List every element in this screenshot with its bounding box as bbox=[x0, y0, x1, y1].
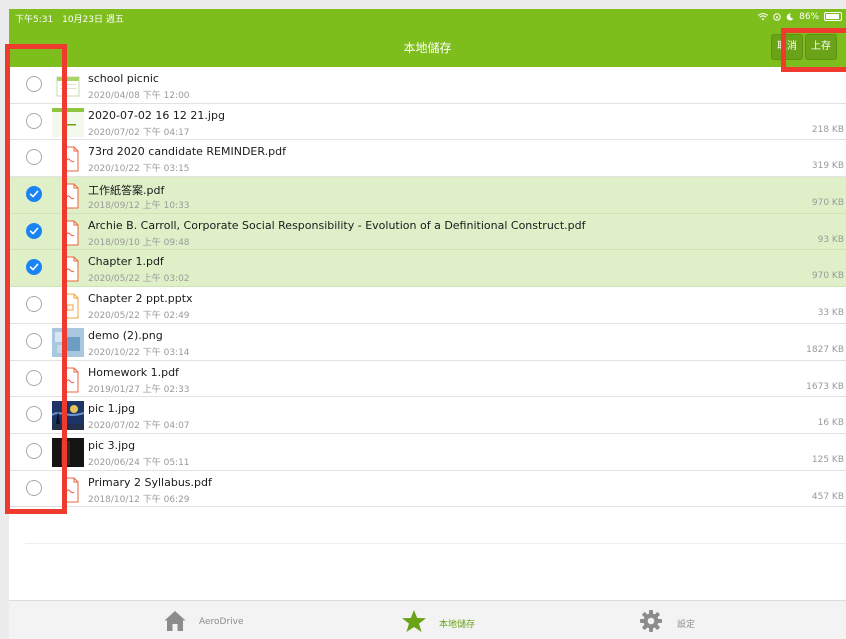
status-date: 10月23日 週五 bbox=[62, 15, 124, 25]
app-screen: 下午5:31 10月23日 週五 86% 本地儲存 取消 上存 school p… bbox=[9, 9, 846, 639]
file-name: Archie B. Carroll, Corporate Social Resp… bbox=[88, 218, 586, 232]
checkbox-unchecked[interactable] bbox=[26, 112, 42, 129]
file-name: pic 1.jpg bbox=[88, 402, 136, 416]
pdf-file-icon bbox=[52, 181, 84, 210]
file-date: 2020/10/22 下午 03:14 bbox=[88, 347, 190, 358]
file-size: 93 KB bbox=[817, 234, 844, 245]
upload-button[interactable]: 上存 bbox=[805, 34, 837, 60]
tab-label: AeroDrive bbox=[199, 617, 244, 627]
checkbox-unchecked[interactable] bbox=[26, 479, 42, 496]
file-row[interactable]: 73rd 2020 candidate REMINDER.pdf 2020/10/… bbox=[9, 140, 846, 178]
file-size: 970 KB bbox=[811, 198, 844, 209]
file-name: Chapter 2 ppt.pptx bbox=[88, 292, 193, 306]
image-thumbnail bbox=[52, 107, 84, 137]
checkbox-unchecked[interactable] bbox=[26, 369, 42, 386]
tab-aerodrive[interactable]: AeroDrive bbox=[163, 609, 244, 633]
file-date: 2020/05/22 下午 02:49 bbox=[88, 311, 190, 322]
file-name: 工作紙答案.pdf bbox=[88, 184, 165, 198]
nav-bar: 本地儲存 取消 上存 bbox=[9, 27, 846, 67]
star-icon bbox=[402, 610, 426, 632]
file-size: 33 KB bbox=[817, 308, 844, 319]
file-name: 73rd 2020 candidate REMINDER.pdf bbox=[88, 145, 286, 159]
tab-label: 設定 bbox=[677, 620, 696, 630]
checkbox-unchecked[interactable] bbox=[26, 149, 42, 166]
image-thumbnail bbox=[52, 437, 84, 467]
file-name: 2020-07-02 16 12 21.jpg bbox=[88, 108, 225, 122]
file-date: 2020/06/24 下午 05:11 bbox=[88, 457, 190, 468]
image-thumbnail bbox=[52, 327, 84, 357]
file-row[interactable]: Chapter 2 ppt.pptx 2020/05/22 下午 02:49 33 … bbox=[9, 287, 846, 324]
file-list: school picnic 2020/04/08 下午 12:00 2020-07-… bbox=[9, 67, 846, 508]
checkbox-unchecked[interactable] bbox=[26, 76, 42, 92]
file-size: 125 KB bbox=[811, 454, 844, 465]
file-row[interactable]: Homework 1.pdf 2019/01/27 上午 02:33 1673 KB bbox=[9, 361, 846, 398]
lock-rotation-icon bbox=[773, 12, 782, 21]
battery-percent: 86% bbox=[799, 12, 820, 22]
file-date: 2018/09/12 上午 10:33 bbox=[88, 201, 190, 212]
file-name: Primary 2 Syllabus.pdf bbox=[88, 475, 212, 489]
file-name: Homework 1.pdf bbox=[88, 365, 179, 379]
page-title: 本地儲存 bbox=[403, 41, 452, 55]
cancel-button[interactable]: 取消 bbox=[771, 34, 803, 60]
file-date: 2020/07/02 下午 04:07 bbox=[88, 421, 190, 432]
file-date: 2020/05/22 上午 03:02 bbox=[88, 274, 190, 285]
image-thumbnail bbox=[51, 401, 85, 431]
folder-file-icon bbox=[52, 71, 84, 100]
checkbox-checked[interactable] bbox=[26, 186, 42, 203]
file-row[interactable]: Chapter 1.pdf 2020/05/22 上午 03:02 970 KB bbox=[9, 250, 846, 288]
file-size: 457 KB bbox=[811, 491, 844, 502]
tab-label: 本地儲存 bbox=[439, 620, 476, 630]
tab-bar: AeroDrive 本地儲存 設定 bbox=[9, 600, 846, 639]
file-date: 2018/09/10 上午 09:48 bbox=[88, 237, 190, 248]
file-row[interactable]: Primary 2 Syllabus.pdf 2018/10/12 下午 06:2… bbox=[9, 471, 846, 508]
file-row[interactable]: 工作紙答案.pdf 2018/09/12 上午 10:33 970 KB bbox=[9, 177, 846, 214]
file-date: 2018/10/12 下午 06:29 bbox=[88, 494, 190, 505]
checkmark-icon bbox=[29, 190, 39, 198]
checkbox-unchecked[interactable] bbox=[26, 296, 42, 313]
checkbox-unchecked[interactable] bbox=[26, 332, 42, 349]
pdf-file-icon bbox=[52, 218, 84, 247]
file-row[interactable]: 2020-07-02 16 12 21.jpg 2020/07/02 下午 04:… bbox=[9, 104, 846, 141]
file-name: demo (2).png bbox=[88, 328, 163, 342]
checkbox-checked[interactable] bbox=[26, 222, 42, 239]
pptx-file-icon bbox=[52, 291, 84, 320]
file-size: 1673 KB bbox=[806, 381, 844, 392]
checkmark-icon bbox=[29, 264, 39, 271]
file-size: 218 KB bbox=[811, 124, 844, 135]
status-bar: 下午5:31 10月23日 週五 86% bbox=[9, 9, 846, 27]
file-row[interactable]: demo (2).png 2020/10/22 下午 03:14 1827 KB bbox=[9, 324, 846, 361]
status-time: 下午5:31 bbox=[15, 15, 54, 25]
file-row[interactable]: Archie B. Carroll, Corporate Social Resp… bbox=[9, 213, 846, 251]
moon-icon bbox=[786, 13, 794, 21]
file-size: 319 KB bbox=[811, 161, 844, 172]
file-name: pic 3.jpg bbox=[88, 438, 136, 452]
list-divider bbox=[25, 543, 846, 544]
checkbox-checked[interactable] bbox=[26, 259, 42, 276]
file-size: 1827 KB bbox=[806, 344, 844, 355]
checkbox-unchecked[interactable] bbox=[26, 406, 42, 423]
house-icon bbox=[164, 611, 186, 631]
checkbox-unchecked[interactable] bbox=[26, 442, 42, 459]
file-size: 970 KB bbox=[811, 271, 844, 282]
checkmark-icon bbox=[29, 227, 39, 235]
file-row[interactable]: pic 3.jpg 2020/06/24 下午 05:11 125 KB bbox=[9, 434, 846, 471]
pdf-file-icon bbox=[52, 475, 84, 504]
file-row[interactable]: pic 1.jpg 2020/07/02 下午 04:07 16 KB bbox=[9, 397, 846, 434]
file-row[interactable]: school picnic 2020/04/08 下午 12:00 bbox=[9, 67, 846, 104]
wifi-icon bbox=[758, 12, 769, 20]
gear-icon bbox=[640, 610, 662, 632]
pdf-file-icon bbox=[52, 144, 84, 173]
file-date: 2019/01/27 上午 02:33 bbox=[88, 384, 190, 395]
file-name: school picnic bbox=[88, 72, 159, 85]
file-date: 2020/04/08 下午 12:00 bbox=[88, 91, 190, 101]
file-size: 16 KB bbox=[817, 418, 844, 429]
battery-icon bbox=[824, 12, 842, 21]
tab-settings[interactable]: 設定 bbox=[639, 609, 695, 633]
file-date: 2020/07/02 下午 04:17 bbox=[88, 127, 190, 138]
tab-local-storage[interactable]: 本地儲存 bbox=[401, 609, 475, 633]
file-date: 2020/10/22 下午 03:15 bbox=[88, 164, 190, 175]
pdf-file-icon bbox=[52, 365, 84, 394]
pdf-file-icon bbox=[52, 254, 84, 283]
file-name: Chapter 1.pdf bbox=[88, 255, 164, 269]
